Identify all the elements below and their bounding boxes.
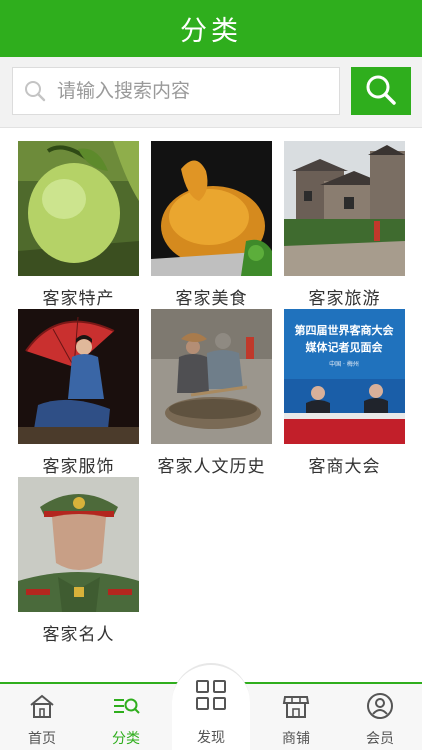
search-box[interactable] bbox=[12, 67, 340, 115]
travel-thumbnail bbox=[284, 141, 405, 276]
category-label: 客家人文历史 bbox=[157, 457, 266, 477]
page-title: 分类 bbox=[180, 16, 242, 47]
category-item-business-conference[interactable]: 第四届世界客商大会 媒体记者见面会 中国 · 梅州 客商大会 bbox=[284, 309, 405, 477]
category-label: 客家旅游 bbox=[308, 289, 381, 309]
business-conference-thumbnail: 第四届世界客商大会 媒体记者见面会 中国 · 梅州 bbox=[284, 309, 405, 444]
tab-label: 发现 bbox=[197, 730, 225, 746]
celebrities-thumbnail bbox=[18, 477, 139, 612]
tab-discover[interactable]: 发现 bbox=[172, 663, 250, 750]
header-bar: 分类 bbox=[0, 0, 422, 57]
tab-label: 商铺 bbox=[282, 731, 310, 747]
category-label: 客商大会 bbox=[308, 457, 381, 477]
tab-home[interactable]: 首页 bbox=[0, 684, 84, 750]
category-label: 客家美食 bbox=[175, 289, 248, 309]
tab-category[interactable]: 分类 bbox=[84, 684, 168, 750]
category-item-clothing[interactable]: 客家服饰 bbox=[18, 309, 139, 477]
category-item-travel[interactable]: 客家旅游 bbox=[284, 141, 405, 309]
search-input[interactable] bbox=[57, 80, 327, 102]
culture-history-thumbnail bbox=[151, 309, 272, 444]
category-item-culture-history[interactable]: 客家人文历史 bbox=[151, 309, 272, 477]
banner-line-2: 媒体记者见面会 bbox=[305, 340, 384, 354]
banner-line-3: 中国 · 梅州 bbox=[329, 360, 359, 368]
discover-grid-icon bbox=[195, 679, 227, 711]
category-item-specialty[interactable]: 客家特产 bbox=[18, 141, 139, 309]
clothing-thumbnail bbox=[18, 309, 139, 444]
category-item-food[interactable]: 客家美食 bbox=[151, 141, 272, 309]
shop-icon bbox=[282, 692, 310, 720]
tab-member[interactable]: 会员 bbox=[338, 684, 422, 750]
member-icon bbox=[366, 692, 394, 720]
category-label: 客家名人 bbox=[42, 625, 115, 645]
banner-line-1: 第四届世界客商大会 bbox=[295, 323, 395, 337]
food-thumbnail bbox=[151, 141, 272, 276]
search-icon bbox=[13, 68, 57, 114]
tab-shop[interactable]: 商铺 bbox=[254, 684, 338, 750]
category-icon bbox=[112, 692, 140, 720]
category-label: 客家特产 bbox=[42, 289, 115, 309]
category-item-celebrities[interactable]: 客家名人 bbox=[18, 477, 139, 645]
tab-label: 分类 bbox=[112, 731, 140, 747]
search-button[interactable] bbox=[351, 67, 411, 115]
search-area bbox=[0, 57, 422, 128]
specialty-thumbnail bbox=[18, 141, 139, 276]
tab-label: 首页 bbox=[28, 731, 56, 747]
category-label: 客家服饰 bbox=[42, 457, 115, 477]
search-button-icon bbox=[364, 73, 398, 110]
tab-label: 会员 bbox=[366, 731, 394, 747]
home-icon bbox=[28, 692, 56, 720]
